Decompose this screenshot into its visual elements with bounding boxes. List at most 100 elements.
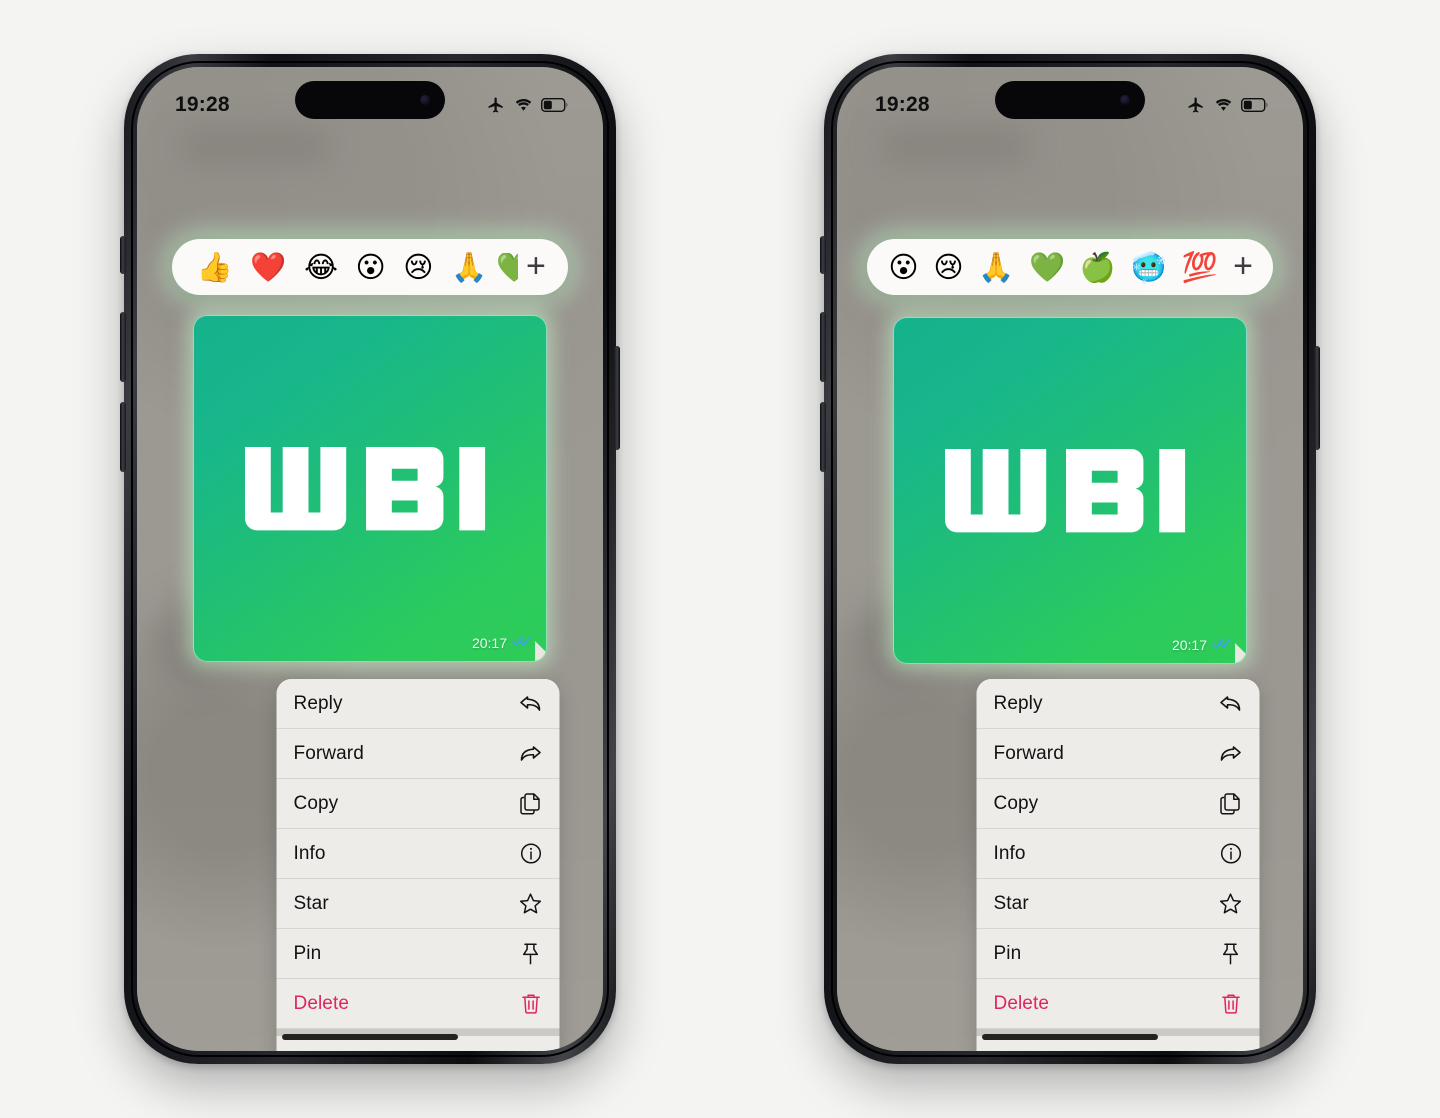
reaction-green-apple-icon[interactable]: 🍏 bbox=[1073, 252, 1124, 282]
wifi-icon bbox=[513, 97, 534, 113]
reaction-picker-bar[interactable]: 😮 😢 🙏 💚 🍏 🥶 💯 + bbox=[867, 239, 1273, 295]
message-bubble-image[interactable]: 20:17 bbox=[193, 315, 547, 662]
volume-down-button[interactable] bbox=[820, 402, 826, 472]
dynamic-island bbox=[295, 81, 445, 119]
pushpin-icon bbox=[519, 942, 543, 966]
home-indicator[interactable] bbox=[282, 1034, 458, 1040]
reaction-picker-bar[interactable]: 👍 ❤️ 😂 😮 😢 🙏 💚 + bbox=[172, 239, 568, 295]
context-menu-item-star[interactable]: Star bbox=[976, 879, 1260, 929]
context-menu-label: Pin bbox=[293, 942, 322, 964]
context-menu-item-reply[interactable]: Reply bbox=[976, 679, 1260, 729]
reaction-face-with-open-mouth-icon[interactable]: 😮 bbox=[347, 252, 395, 282]
context-menu-item-copy[interactable]: Copy bbox=[976, 779, 1260, 829]
context-menu-item-delete[interactable]: Delete bbox=[276, 979, 560, 1029]
star-icon bbox=[519, 892, 543, 915]
reaction-crying-face-icon[interactable]: 😢 bbox=[395, 252, 443, 282]
message-context-menu[interactable]: Reply Forward Copy Info Star Pin Delete bbox=[976, 679, 1260, 1051]
phone-left-screen: 19:28 👍 ❤️ 😂 😮 😢 🙏 💚 + 20:17 Reply Forwa… bbox=[137, 67, 603, 1051]
reaction-folded-hands-icon[interactable]: 🙏 bbox=[442, 252, 496, 282]
read-receipt-double-check-icon bbox=[512, 634, 532, 652]
wbi-logo-glyphs bbox=[944, 448, 1186, 533]
message-timestamp: 20:17 bbox=[471, 635, 507, 651]
copy-icon bbox=[1219, 792, 1243, 815]
info-circle-icon bbox=[1219, 842, 1243, 865]
context-menu-item-star[interactable]: Star bbox=[276, 879, 560, 929]
reply-arrow-icon bbox=[1219, 693, 1243, 715]
trash-icon bbox=[1219, 992, 1243, 1015]
battery-icon bbox=[541, 98, 569, 112]
reaction-face-with-open-mouth-icon[interactable]: 😮 bbox=[881, 252, 926, 282]
reaction-hundred-points-icon[interactable]: 💯 bbox=[1174, 252, 1225, 282]
wbi-logo bbox=[194, 316, 546, 661]
context-menu-label: Copy bbox=[993, 792, 1039, 814]
reaction-green-heart-icon[interactable]: 💚 bbox=[496, 253, 518, 282]
pushpin-icon bbox=[1219, 942, 1243, 966]
context-menu-label: Reply bbox=[293, 692, 343, 714]
wbi-logo bbox=[894, 318, 1246, 663]
background-blob bbox=[181, 129, 331, 163]
context-menu-label: Forward bbox=[293, 742, 364, 764]
context-menu-label: Pin bbox=[993, 942, 1022, 964]
message-bubble-image[interactable]: 20:17 bbox=[893, 317, 1247, 664]
battery-icon bbox=[1241, 98, 1269, 112]
add-reaction-button[interactable]: + bbox=[518, 249, 554, 283]
front-camera-icon bbox=[1120, 95, 1130, 105]
context-menu-label: Info bbox=[993, 842, 1026, 864]
context-menu-item-pin[interactable]: Pin bbox=[276, 929, 560, 979]
airplane-mode-icon bbox=[486, 96, 506, 114]
message-timestamp: 20:17 bbox=[1171, 637, 1207, 653]
context-menu-label: Reply bbox=[993, 692, 1043, 714]
read-receipt-double-check-icon bbox=[1212, 636, 1232, 654]
forward-arrow-icon bbox=[519, 743, 543, 765]
volume-up-button[interactable] bbox=[820, 312, 826, 382]
background-blob bbox=[881, 129, 1031, 163]
volume-up-button[interactable] bbox=[120, 312, 126, 382]
context-menu-label: Forward bbox=[993, 742, 1064, 764]
context-menu-item-info[interactable]: Info bbox=[276, 829, 560, 879]
context-menu-label: Delete bbox=[993, 992, 1050, 1014]
reaction-folded-hands-icon[interactable]: 🙏 bbox=[971, 252, 1022, 282]
context-menu-item-forward[interactable]: Forward bbox=[976, 729, 1260, 779]
status-time: 19:28 bbox=[875, 93, 930, 116]
wbi-logo-glyphs bbox=[244, 446, 486, 531]
dynamic-island bbox=[995, 81, 1145, 119]
context-menu-item-pin[interactable]: Pin bbox=[976, 929, 1260, 979]
context-menu-item-forward[interactable]: Forward bbox=[276, 729, 560, 779]
phone-right-screen: 19:28 😮 😢 🙏 💚 🍏 🥶 💯 + 20:17 Reply Forwar… bbox=[837, 67, 1303, 1051]
reply-arrow-icon bbox=[519, 693, 543, 715]
action-button[interactable] bbox=[820, 236, 826, 274]
context-menu-item-delete[interactable]: Delete bbox=[976, 979, 1260, 1029]
reaction-thumbs-up-icon[interactable]: 👍 bbox=[188, 252, 242, 282]
context-menu-item-copy[interactable]: Copy bbox=[276, 779, 560, 829]
reaction-red-heart-icon[interactable]: ❤️ bbox=[242, 252, 296, 282]
context-menu-item-info[interactable]: Info bbox=[976, 829, 1260, 879]
wifi-icon bbox=[1213, 97, 1234, 113]
power-button[interactable] bbox=[1314, 346, 1320, 450]
home-indicator[interactable] bbox=[982, 1034, 1158, 1040]
action-button[interactable] bbox=[120, 236, 126, 274]
context-menu-label: Star bbox=[293, 892, 329, 914]
front-camera-icon bbox=[420, 95, 430, 105]
star-icon bbox=[1219, 892, 1243, 915]
trash-icon bbox=[519, 992, 543, 1015]
context-menu-label: Delete bbox=[293, 992, 350, 1014]
status-time: 19:28 bbox=[175, 93, 230, 116]
context-menu-label: Star bbox=[993, 892, 1029, 914]
phone-left: 19:28 👍 ❤️ 😂 😮 😢 🙏 💚 + 20:17 Reply Forwa… bbox=[120, 54, 620, 1064]
forward-arrow-icon bbox=[1219, 743, 1243, 765]
reaction-green-heart-icon[interactable]: 💚 bbox=[1022, 252, 1073, 282]
context-menu-label: Info bbox=[293, 842, 326, 864]
power-button[interactable] bbox=[614, 346, 620, 450]
message-meta: 20:17 bbox=[472, 634, 532, 652]
message-context-menu[interactable]: Reply Forward Copy Info Star Pin Delete bbox=[276, 679, 560, 1051]
info-circle-icon bbox=[519, 842, 543, 865]
copy-icon bbox=[519, 792, 543, 815]
reaction-face-with-tears-of-joy-icon[interactable]: 😂 bbox=[295, 252, 346, 282]
context-menu-item-reply[interactable]: Reply bbox=[276, 679, 560, 729]
phone-right: 19:28 😮 😢 🙏 💚 🍏 🥶 💯 + 20:17 Reply Forwar… bbox=[820, 54, 1320, 1064]
message-meta: 20:17 bbox=[1172, 636, 1232, 654]
volume-down-button[interactable] bbox=[120, 402, 126, 472]
reaction-crying-face-icon[interactable]: 😢 bbox=[926, 252, 971, 282]
reaction-cold-face-icon[interactable]: 🥶 bbox=[1123, 252, 1174, 282]
add-reaction-button[interactable]: + bbox=[1225, 249, 1261, 283]
